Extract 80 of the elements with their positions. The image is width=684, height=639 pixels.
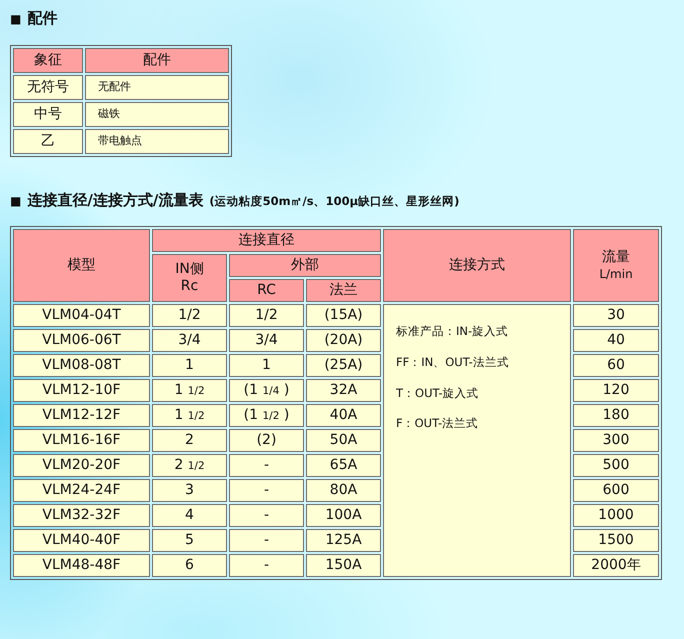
table-cell: 无符号 [13, 74, 83, 100]
table-cell: 1 [152, 354, 227, 377]
table-cell: VLM08-08T [13, 354, 150, 377]
table-cell: 1/2 [229, 304, 304, 327]
method-note: 标准产品：IN-旋入式 [396, 325, 510, 339]
table-cell: (15A) [306, 304, 381, 327]
column-header: 外部 [229, 254, 381, 277]
table-cell: - [229, 454, 304, 477]
column-header: IN侧 Rc [152, 254, 227, 302]
column-header: 连接方式 [383, 229, 571, 302]
table-cell: 3/4 [152, 329, 227, 352]
table-cell: 300 [573, 429, 659, 452]
table-cell: 120 [573, 379, 659, 402]
table-cell: 1/2 [152, 304, 227, 327]
method-note: FF：IN、OUT-法兰式 [396, 356, 510, 370]
table-cell: 2000年 [573, 554, 659, 577]
table-cell: 磁铁 [85, 102, 229, 126]
section-note: (运动粘度50m㎡/s、100μ缺口丝、星形丝网) [209, 192, 460, 210]
column-header: RC [229, 279, 304, 302]
table-cell: 40A [306, 404, 381, 427]
table-cell: 40 [573, 329, 659, 352]
table-cell: 1000 [573, 504, 659, 527]
table-cell: 2 [152, 429, 227, 452]
column-header: 象征 [13, 48, 83, 72]
table-cell: 600 [573, 479, 659, 502]
table-cell: VLM24-24F [13, 479, 150, 502]
table-cell: - [229, 479, 304, 502]
bullet-icon: ■ [10, 10, 22, 28]
table-cell: 1500 [573, 529, 659, 552]
table-cell: (1 1/4 ) [229, 379, 304, 402]
table-cell: 180 [573, 404, 659, 427]
column-header: 法兰 [306, 279, 381, 302]
table-cell: 6 [152, 554, 227, 577]
table-cell: VLM20-20F [13, 454, 150, 477]
table-cell: VLM06-06T [13, 329, 150, 352]
table-cell: VLM48-48F [13, 554, 150, 577]
table-cell: 1 1/2 [152, 379, 227, 402]
table-cell: 100A [306, 504, 381, 527]
table-cell: (2) [229, 429, 304, 452]
table-cell: VLM16-16F [13, 429, 150, 452]
table-cell: VLM04-04T [13, 304, 150, 327]
table-cell: 125A [306, 529, 381, 552]
table-cell: 32A [306, 379, 381, 402]
table-cell: 中号 [13, 102, 83, 126]
table-cell: 带电触点 [85, 128, 229, 154]
table-cell: 65A [306, 454, 381, 477]
table-cell: 30 [573, 304, 659, 327]
column-header: 模型 [13, 229, 150, 302]
table-cell: 3 [152, 479, 227, 502]
table-cell: VLM40-40F [13, 529, 150, 552]
section-title: 连接直径/连接方式/流量表 [27, 190, 204, 210]
table-cell: - [229, 529, 304, 552]
table-cell: - [229, 554, 304, 577]
table-cell: 1 1/2 [152, 404, 227, 427]
table-cell: VLM32-32F [13, 504, 150, 527]
table-cell: 乙 [13, 128, 83, 154]
table-cell: VLM12-12F [13, 404, 150, 427]
table-cell: 500 [573, 454, 659, 477]
table-cell: (1 1/2 ) [229, 404, 304, 427]
table-cell: 2 1/2 [152, 454, 227, 477]
bullet-icon: ■ [10, 192, 22, 210]
method-note: F：OUT-法兰式 [396, 417, 480, 432]
table-cell: 3/4 [229, 329, 304, 352]
method-note: T：OUT-旋入式 [396, 386, 480, 400]
column-header: 配件 [85, 48, 229, 72]
column-header: 流量 L/min [573, 229, 659, 302]
table-cell: 60 [573, 354, 659, 377]
table-cell: (20A) [306, 329, 381, 352]
table-cell: VLM12-10F [13, 379, 150, 402]
section-title: 配件 [27, 8, 58, 29]
table-cell: 无配件 [85, 74, 229, 100]
table-cell: 4 [152, 504, 227, 527]
table-cell: - [229, 504, 304, 527]
table-cell: 5 [152, 529, 227, 552]
table-cell: 1 [229, 354, 304, 377]
table-cell: 50A [306, 429, 381, 452]
table-cell: 150A [306, 554, 381, 577]
table-cell: (25A) [306, 354, 381, 377]
table-cell: 80A [306, 479, 381, 502]
column-header: 连接直径 [152, 229, 381, 252]
